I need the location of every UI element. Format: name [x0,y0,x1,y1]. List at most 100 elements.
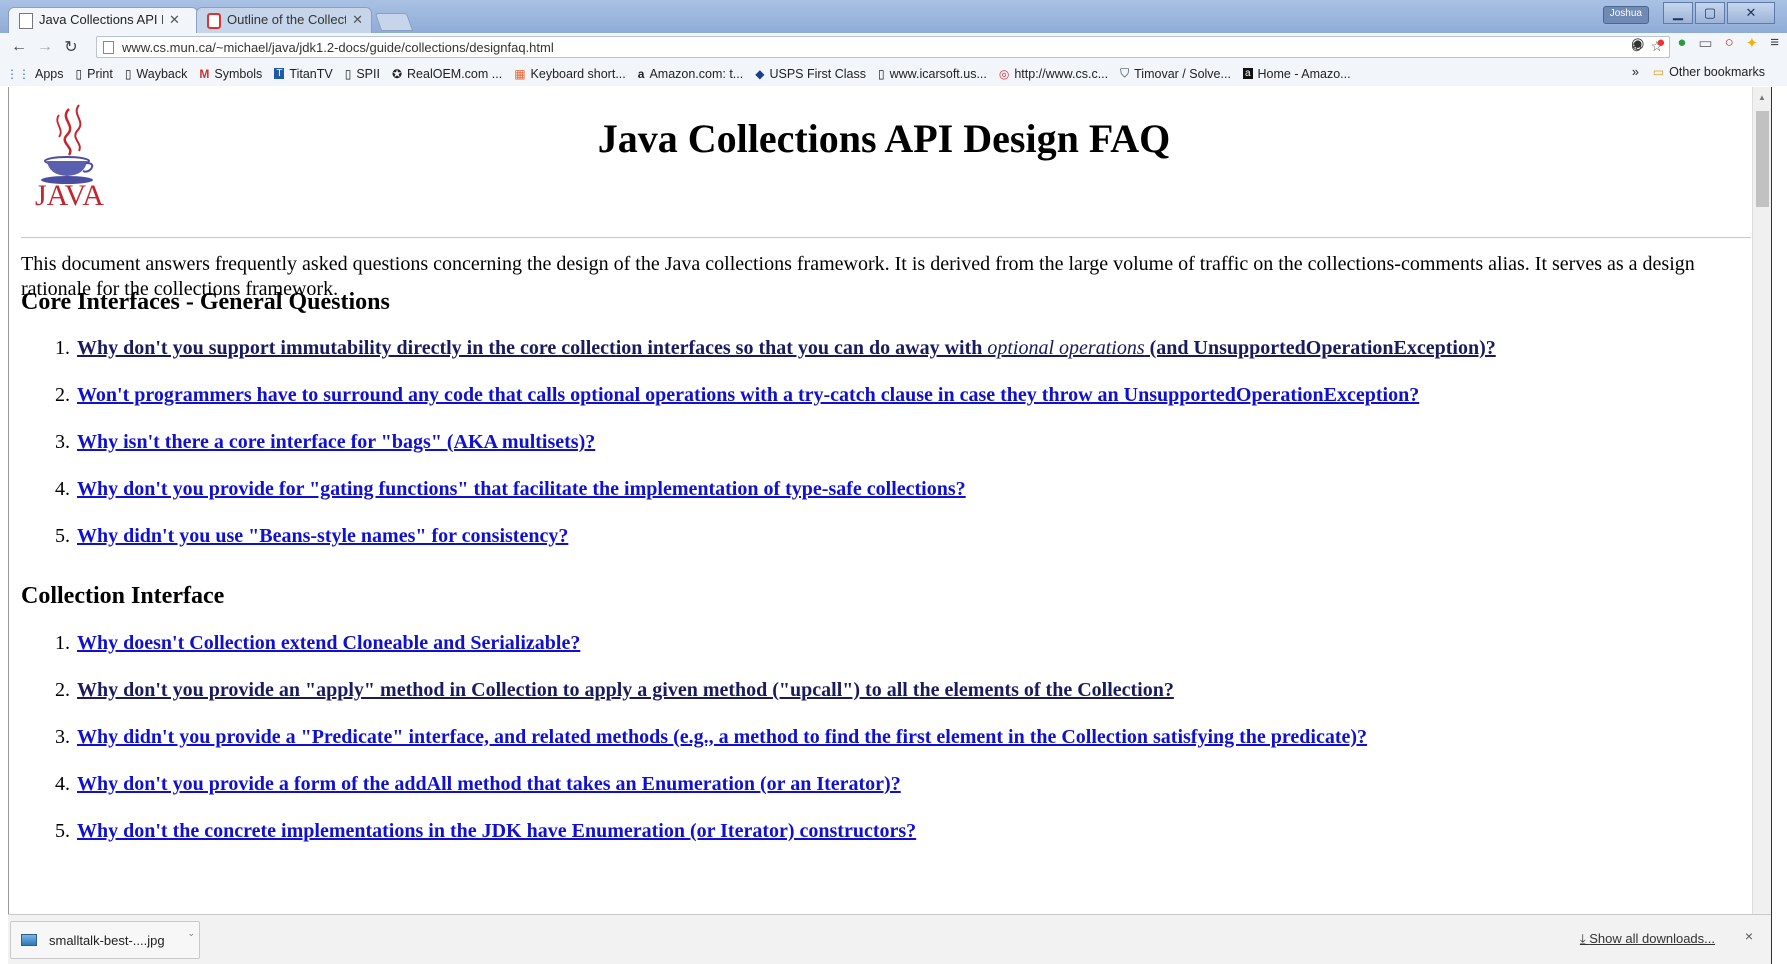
bookmarks-bar: ⋮⋮ Apps ▯ Print ▯ Wayback M Symbols T TitanTV… [0,61,1787,86]
extension-icons: ◉ ● ● ▭ ○ ✦ ≡ [1631,34,1779,52]
bookmark-label: RealOEM.com ... [407,66,503,81]
bookmark-label: Timovar / Solve... [1134,66,1231,81]
bookmark-label: Amazon.com: t... [649,66,744,81]
list-item: 4. Why don't you provide a form of the ad… [55,773,901,796]
bookmark-label: TitanTV [289,66,333,81]
faq-link[interactable]: Why don't you provide a form of the addA… [77,773,901,795]
cast-icon[interactable]: ▭ [1698,34,1712,52]
back-icon[interactable]: ← [6,38,32,56]
amazon-icon: a [1242,68,1253,79]
navigation-toolbar: ← → ↻ www.cs.mun.ca/~michael/java/jdk1.2… [0,33,1787,61]
opera-red-icon[interactable]: ○ [1725,34,1734,52]
shield-icon: ⛉ [1120,66,1130,80]
faq-link[interactable]: Why don't you provide an "apply" method … [77,679,1174,701]
tab-label: Outline of the Collect [227,12,347,27]
incognito-icon[interactable]: ◉ [1631,34,1644,52]
faq-link[interactable]: Won't programmers have to surround any c… [77,384,1419,406]
link-emphasis: optional operations [987,337,1145,359]
bookmark-titantv[interactable]: T TitanTV [274,66,333,81]
scroll-thumb[interactable] [1756,111,1769,207]
vertical-scrollbar[interactable]: ▲ [1752,87,1771,914]
bookmark-icarsoft[interactable]: ▯ www.icarsoft.us... [878,67,987,81]
faq-link[interactable]: Why don't you support immutability direc… [77,337,1496,359]
bookmark-label: Other bookmarks [1669,65,1765,79]
tab-outline-collections[interactable]: Outline of the Collect ✕ [196,7,372,33]
list-item: 1. Why doesn't Collection extend Cloneabl… [55,632,580,655]
minimize-icon[interactable]: ▁ [1663,2,1693,24]
list-item: 3. Why didn't you provide a "Predicate" i… [55,726,1367,749]
close-icon[interactable]: ✕ [169,12,180,28]
list-item: 2. Why don't you provide an "apply" metho… [55,679,1174,702]
browser-chrome: Java Collections API D ✕ Outline of the … [0,0,1787,86]
window-edge [1771,87,1787,964]
faq-link[interactable]: Why didn't you provide a "Predicate" int… [77,726,1367,748]
user-badge[interactable]: Joshua [1602,6,1649,24]
menu-icon[interactable]: ≡ [1770,34,1779,52]
scroll-up-icon[interactable]: ▲ [1758,93,1766,102]
bookmark-home-amazon[interactable]: a Home - Amazo... [1242,67,1351,81]
close-icon[interactable]: ✕ [352,12,363,28]
bookmark-usps[interactable]: ◆ USPS First Class [755,67,866,81]
bookmark-label: Keyboard short... [530,66,626,81]
download-arrow-icon: ⤓ [1579,931,1590,946]
titantv-icon: T [274,68,285,79]
page-icon: ▯ [344,66,352,81]
close-icon[interactable]: × [1745,928,1753,944]
reload-icon[interactable]: ↻ [58,37,84,57]
page-icon [103,40,114,54]
item-number: 3. [55,726,70,748]
opera-icon[interactable]: ● [1656,34,1665,52]
bookmark-print[interactable]: ▯ Print [76,67,113,81]
bookmarks-overflow: » ▭ Other bookmarks [1632,65,1777,79]
section-title-collection-interface: Collection Interface [21,583,225,609]
faq-link[interactable]: Why don't you provide for "gating functi… [77,478,966,500]
more-bookmarks-button[interactable]: » [1632,65,1639,79]
item-number: 1. [55,337,70,359]
address-bar[interactable]: www.cs.mun.ca/~michael/java/jdk1.2-docs/… [96,36,1670,58]
forward-icon[interactable]: → [32,38,58,56]
opera-icon: ◎ [998,66,1010,81]
bookmark-label: http://www.cs.c... [1014,66,1109,81]
bookmark-label: www.icarsoft.us... [889,66,987,81]
item-number: 5. [55,820,70,842]
title-bar: Java Collections API D ✕ Outline of the … [0,0,1787,33]
item-number: 4. [55,773,70,795]
bookmark-label: USPS First Class [769,66,866,81]
page-title: Java Collections API Design FAQ [597,116,1171,161]
list-item: 4. Why don't you provide for "gating func… [55,478,966,501]
bookmark-cs[interactable]: ◎ http://www.cs.c... [999,67,1108,81]
show-all-label: Show all downloads... [1589,931,1715,946]
new-tab-button[interactable] [374,13,414,31]
bookmark-spii[interactable]: ▯ SPII [345,67,380,81]
bookmark-amazon[interactable]: a Amazon.com: t... [638,67,743,81]
bookmark-wayback[interactable]: ▯ Wayback [125,67,188,81]
faq-link[interactable]: Why isn't there a core interface for "ba… [77,431,595,453]
close-window-icon[interactable]: ✕ [1727,2,1775,24]
section-title-core-interfaces: Core Interfaces - General Questions [21,289,390,315]
tab-java-collections[interactable]: Java Collections API D ✕ [8,7,198,33]
item-number: 1. [55,632,70,654]
list-item: 5. Why don't the concrete implementations… [55,820,916,843]
sparkle-icon[interactable]: ✦ [1746,34,1759,52]
faq-link[interactable]: Why doesn't Collection extend Cloneable … [77,632,580,654]
chevron-down-icon[interactable]: ⌄ [187,928,195,939]
evernote-icon[interactable]: ● [1677,34,1686,52]
item-number: 3. [55,431,70,453]
download-item[interactable]: smalltalk-best-....jpg ⌄ [10,921,200,959]
faq-link[interactable]: Why didn't you use "Beans-style names" f… [77,525,568,547]
bookmark-apps[interactable]: ⋮⋮ Apps [6,67,64,81]
bookmark-keyboard-shortcuts[interactable]: ▦ Keyboard short... [514,67,626,81]
faq-link[interactable]: Why don't the concrete implementations i… [77,820,916,842]
page-viewport: JAVA Java Collections API Design FAQ Thi… [8,87,1758,914]
show-all-downloads-link[interactable]: ⤓ Show all downloads... [1580,931,1715,947]
url-text: www.cs.mun.ca/~michael/java/jdk1.2-docs/… [122,39,554,55]
other-bookmarks[interactable]: ▭ Other bookmarks [1653,65,1765,79]
bookmark-timovar[interactable]: ⛉ Timovar / Solve... [1120,66,1231,81]
folder-icon: ▭ [1652,65,1665,79]
bookmark-realoem[interactable]: ✪ RealOEM.com ... [392,67,502,81]
usps-icon: ◆ [755,66,765,81]
bookmark-symbols[interactable]: M Symbols [199,67,262,81]
tab-label: Java Collections API D [39,12,163,27]
item-number: 5. [55,525,70,547]
maximize-icon[interactable]: ▢ [1695,2,1725,24]
